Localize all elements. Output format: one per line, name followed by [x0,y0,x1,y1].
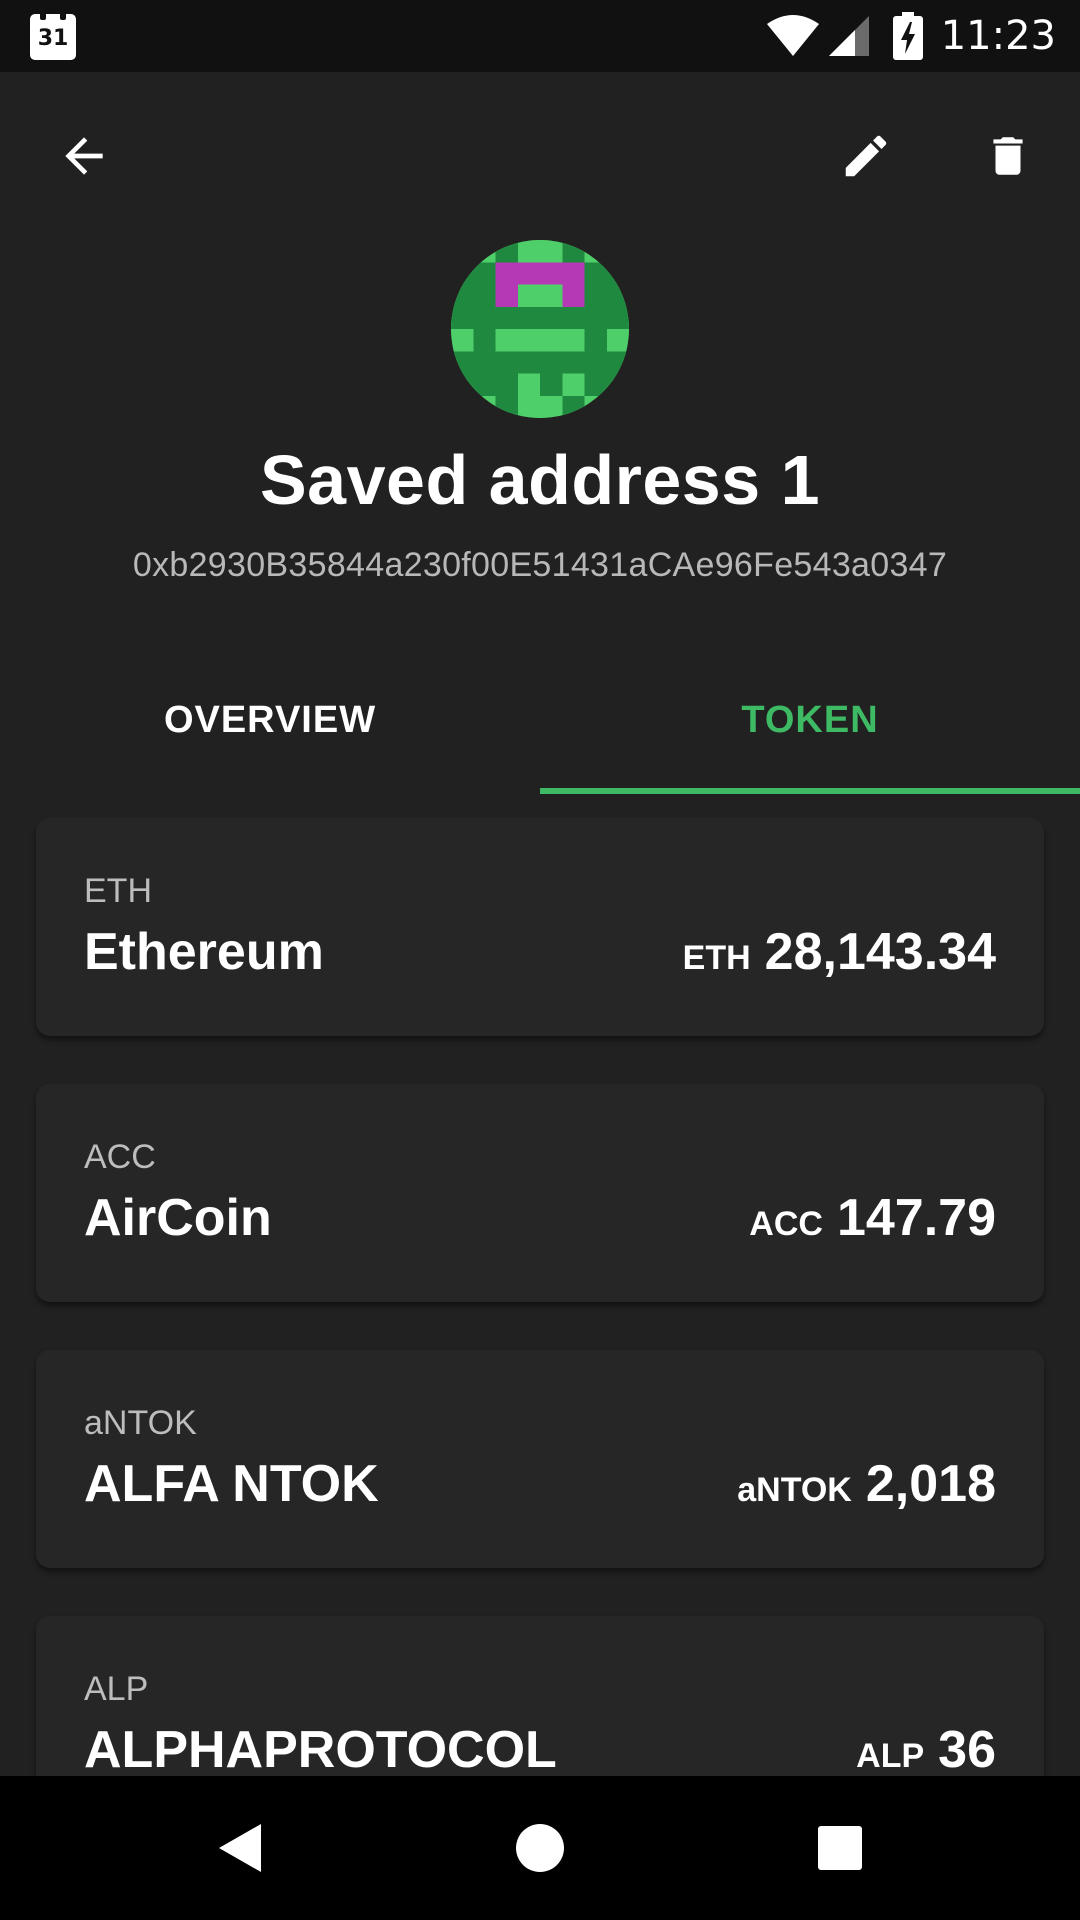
edit-icon [845,135,887,177]
token-unit: ETH [682,939,751,977]
token-balance: ETH 28,143.34 [683,922,996,982]
token-amount: 147.79 [836,1189,996,1247]
token-name: AirCoin [84,1189,272,1247]
token-name: ALPHAPROTOCOL [84,1721,557,1776]
token-symbol: ALP [84,1670,149,1708]
delete-icon [993,137,1023,175]
token-balance: ACC 147.79 [749,1188,996,1248]
token-unit: aNTOK [737,1471,852,1509]
battery-charging-icon [892,12,923,60]
avatar [451,240,629,418]
identicon-image [451,240,629,418]
token-card-eth[interactable]: ETH Ethereum ETH 28,143.34 [36,818,1044,1036]
wifi-icon [766,15,819,56]
token-symbol: aNTOK [84,1404,197,1442]
token-unit: ACC [749,1205,823,1243]
token-amount: 36 [938,1721,996,1776]
nav-back-icon [219,1824,261,1872]
nav-back-button[interactable] [198,1806,282,1890]
signal-icon [828,16,869,56]
status-icons: 11:23 [765,10,1056,62]
token-amount: 28,143.34 [764,923,996,981]
clock: 11:23 [940,13,1056,59]
calendar-day: 31 [37,26,69,51]
back-button[interactable] [48,120,120,192]
nav-recents-button[interactable] [798,1806,882,1890]
tab-indicator [540,788,1080,794]
token-list[interactable]: ETH Ethereum ETH 28,143.34 ACC AirCoin A… [0,818,1080,1776]
token-name: ALFA NTOK [84,1455,379,1513]
tab-bar: OVERVIEW TOKEN [0,650,1080,796]
token-card-antok[interactable]: aNTOK ALFA NTOK aNTOK 2,018 [36,1350,1044,1568]
token-card-alp[interactable]: ALP ALPHAPROTOCOL ALP 36 [36,1616,1044,1776]
token-balance: aNTOK 2,018 [737,1454,996,1514]
edit-button[interactable] [830,120,902,192]
token-balance: ALP 36 [856,1720,996,1776]
tab-overview[interactable]: OVERVIEW [0,650,540,790]
status-bar: 31 11:23 [0,0,1080,72]
nav-home-icon [516,1824,564,1872]
toolbar [0,72,1080,240]
token-amount: 2,018 [865,1455,996,1513]
token-symbol: ETH [84,872,152,910]
address-name: Saved address 1 [259,441,821,519]
tab-token[interactable]: TOKEN [540,650,1080,790]
delete-button[interactable] [972,120,1044,192]
navigation-bar [0,1776,1080,1920]
token-name: Ethereum [84,923,324,981]
calendar-icon: 31 [30,12,76,60]
arrow-back-icon [65,137,103,175]
token-card-acc[interactable]: ACC AirCoin ACC 147.79 [36,1084,1044,1302]
wallet-address: 0xb2930B35844a230f00E51431aCAe96Fe543a03… [132,546,948,584]
nav-recents-icon [818,1826,862,1870]
token-symbol: ACC [84,1138,156,1176]
token-unit: ALP [856,1737,925,1775]
nav-home-button[interactable] [498,1806,582,1890]
